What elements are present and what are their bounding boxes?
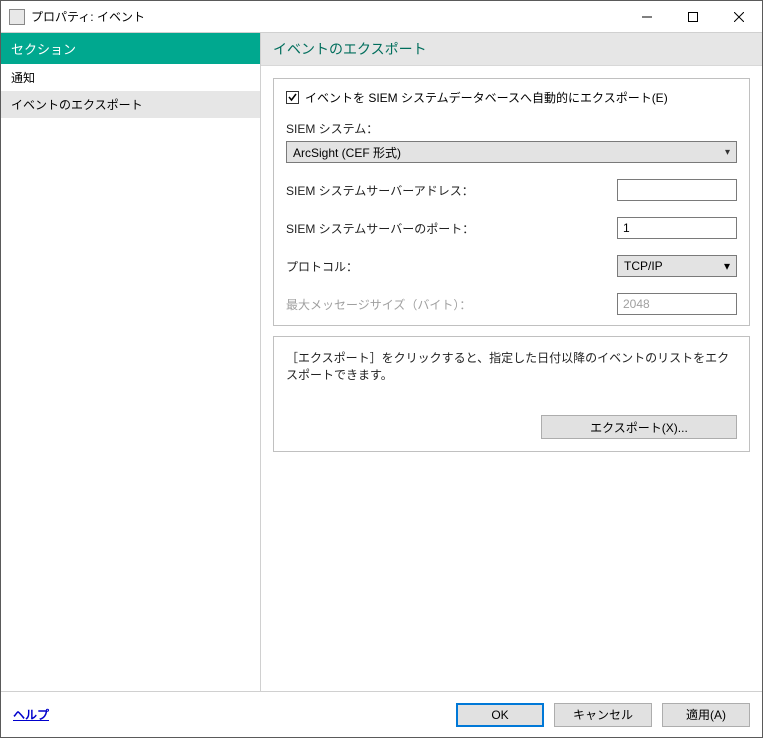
main-header: イベントのエクスポート bbox=[261, 33, 762, 66]
auto-export-row: イベントを SIEM システムデータベースへ自動的にエクスポート(E) bbox=[286, 89, 737, 106]
export-button-label: エクスポート(X)... bbox=[590, 419, 688, 436]
close-button[interactable] bbox=[716, 2, 762, 32]
minimize-icon bbox=[642, 12, 652, 22]
protocol-row: プロトコル： TCP/IP ▾ bbox=[286, 255, 737, 277]
app-icon bbox=[9, 9, 25, 25]
window-title: プロパティ: イベント bbox=[31, 8, 624, 25]
sidebar-item-label: 通知 bbox=[11, 71, 35, 85]
server-port-row: SIEM システムサーバーのポート： ▲ ▼ bbox=[286, 217, 737, 239]
max-msg-label: 最大メッセージサイズ（バイト）： bbox=[286, 296, 617, 313]
ok-button-label: OK bbox=[491, 708, 508, 722]
server-port-label: SIEM システムサーバーのポート： bbox=[286, 220, 617, 237]
titlebar: プロパティ: イベント bbox=[1, 1, 762, 33]
server-address-label: SIEM システムサーバーアドレス： bbox=[286, 182, 617, 199]
main: イベントのエクスポート イベントを SIEM システムデータベースへ自動的にエク… bbox=[261, 33, 762, 691]
settings-group: イベントを SIEM システムデータベースへ自動的にエクスポート(E) SIEM… bbox=[273, 78, 750, 326]
sidebar-item-event-export[interactable]: イベントのエクスポート bbox=[1, 91, 260, 118]
footer: ヘルプ OK キャンセル 適用(A) bbox=[1, 691, 762, 737]
sidebar-item-notification[interactable]: 通知 bbox=[1, 64, 260, 91]
sidebar-item-label: イベントのエクスポート bbox=[11, 98, 143, 112]
sidebar: セクション 通知 イベントのエクスポート bbox=[1, 33, 261, 691]
max-msg-input bbox=[618, 294, 762, 314]
protocol-value: TCP/IP bbox=[624, 259, 663, 273]
minimize-button[interactable] bbox=[624, 2, 670, 32]
sidebar-header: セクション bbox=[1, 33, 260, 64]
server-port-spinner[interactable]: ▲ ▼ bbox=[617, 217, 737, 239]
chevron-down-icon: ▾ bbox=[725, 147, 730, 158]
server-address-input[interactable] bbox=[617, 179, 737, 201]
cancel-button-label: キャンセル bbox=[573, 706, 633, 723]
export-group: ［エクスポート］をクリックすると、指定した日付以降のイベントのリストをエクスポー… bbox=[273, 336, 750, 452]
window: プロパティ: イベント セクション 通知 イベントのエクスポート イベントのエク… bbox=[0, 0, 763, 738]
auto-export-checkbox[interactable] bbox=[286, 91, 299, 104]
protocol-label: プロトコル： bbox=[286, 258, 617, 275]
siem-system-select[interactable]: ArcSight (CEF 形式) ▾ bbox=[286, 141, 737, 163]
server-port-input[interactable] bbox=[618, 218, 762, 238]
apply-button-label: 適用(A) bbox=[686, 706, 726, 723]
window-controls bbox=[624, 2, 762, 32]
cancel-button[interactable]: キャンセル bbox=[554, 703, 652, 727]
export-description: ［エクスポート］をクリックすると、指定した日付以降のイベントのリストをエクスポー… bbox=[286, 349, 737, 383]
max-msg-spinner: ▲ ▼ bbox=[617, 293, 737, 315]
ok-button[interactable]: OK bbox=[456, 703, 544, 727]
checkmark-icon bbox=[287, 92, 298, 103]
protocol-select[interactable]: TCP/IP ▾ bbox=[617, 255, 737, 277]
max-msg-row: 最大メッセージサイズ（バイト）： ▲ ▼ bbox=[286, 293, 737, 315]
help-link[interactable]: ヘルプ bbox=[13, 706, 446, 723]
export-button[interactable]: エクスポート(X)... bbox=[541, 415, 737, 439]
chevron-down-icon: ▾ bbox=[724, 259, 730, 273]
main-content: イベントを SIEM システムデータベースへ自動的にエクスポート(E) SIEM… bbox=[261, 66, 762, 691]
server-address-row: SIEM システムサーバーアドレス： bbox=[286, 179, 737, 201]
maximize-icon bbox=[688, 12, 698, 22]
apply-button[interactable]: 適用(A) bbox=[662, 703, 750, 727]
auto-export-label: イベントを SIEM システムデータベースへ自動的にエクスポート(E) bbox=[305, 89, 668, 106]
maximize-button[interactable] bbox=[670, 2, 716, 32]
siem-system-value: ArcSight (CEF 形式) bbox=[293, 144, 401, 161]
body: セクション 通知 イベントのエクスポート イベントのエクスポート イベントを S… bbox=[1, 33, 762, 691]
close-icon bbox=[734, 12, 744, 22]
siem-system-label: SIEM システム： bbox=[286, 120, 737, 137]
